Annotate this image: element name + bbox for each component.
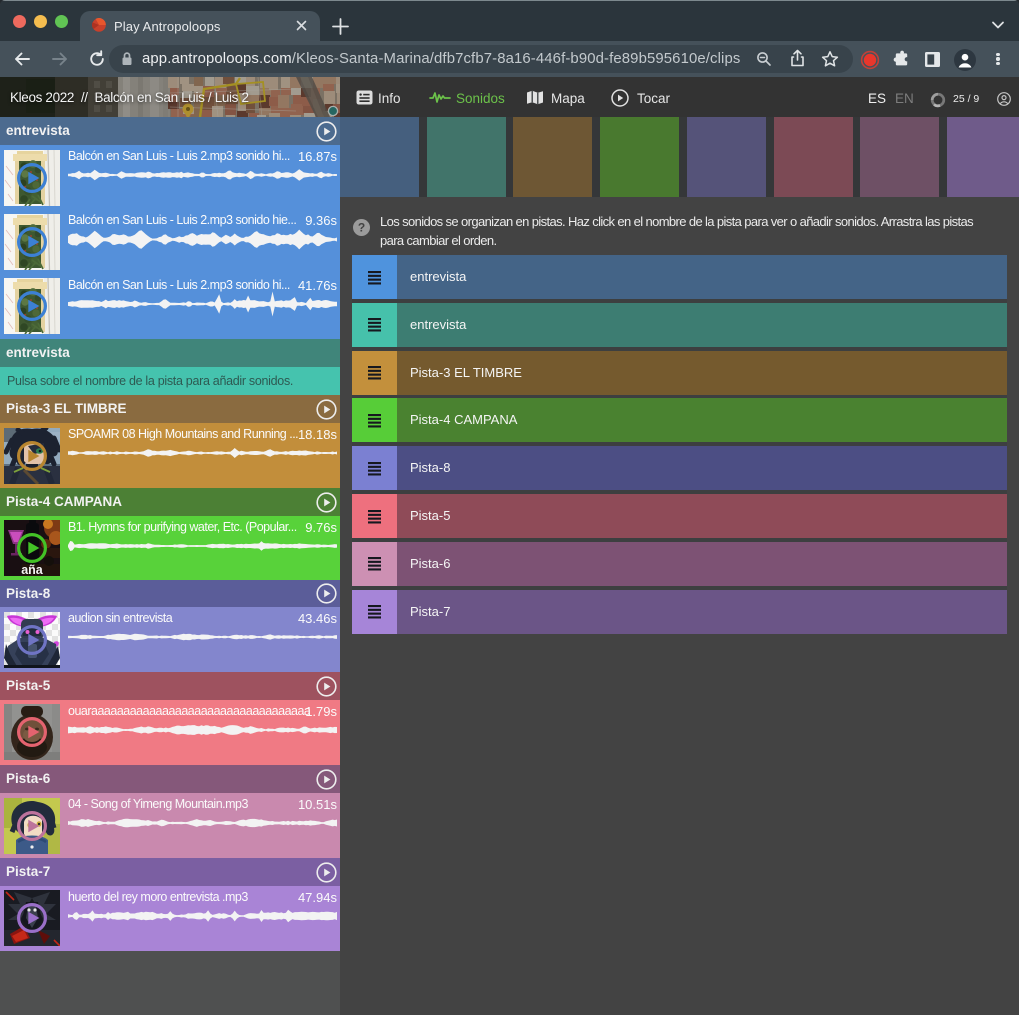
svg-text:?: ? [358,221,365,235]
